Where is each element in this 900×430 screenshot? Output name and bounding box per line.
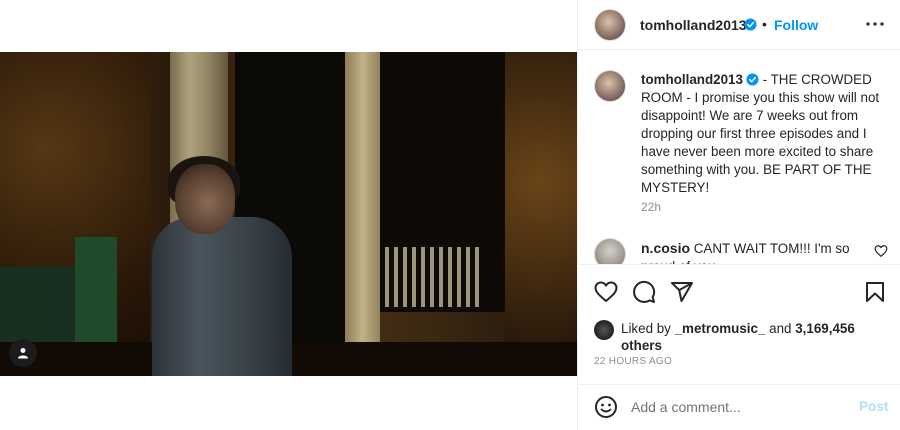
- likes-count[interactable]: 3,169,456: [795, 321, 855, 336]
- verified-badge-icon: [746, 73, 759, 86]
- user-tag-icon[interactable]: [9, 339, 37, 367]
- likes-suffix[interactable]: others: [621, 338, 662, 353]
- media-pane: [0, 0, 577, 430]
- separator-dot: •: [762, 16, 767, 32]
- scene-wall-right: [505, 52, 577, 376]
- author-avatar[interactable]: [594, 9, 626, 41]
- add-comment-bar: Post: [578, 384, 900, 430]
- post-header: tomholland2013 • Follow: [578, 0, 900, 50]
- heart-icon[interactable]: [594, 280, 618, 304]
- commenter-username[interactable]: n.cosio: [641, 240, 690, 256]
- post-timestamp[interactable]: 22 HOURS AGO: [594, 356, 672, 367]
- comment-heart-icon[interactable]: [874, 244, 888, 258]
- more-options-icon[interactable]: [865, 14, 885, 34]
- comments-scroll-area[interactable]: tomholland2013 - THE CROWDED ROOM - I pr…: [578, 50, 900, 265]
- verified-badge-icon: [744, 18, 757, 31]
- caption-username[interactable]: tomholland2013: [641, 72, 743, 87]
- post-sidebar: tomholland2013 • Follow tomholland2013 -…: [577, 0, 900, 430]
- post-caption: tomholland2013 - THE CROWDED ROOM - I pr…: [641, 71, 881, 197]
- scene-railing: [385, 247, 480, 307]
- scene-person-body: [152, 217, 292, 376]
- comment-text-block: n.cosio CANT WAIT TOM!!! I'm so proud of…: [641, 239, 851, 264]
- commenter-avatar[interactable]: [594, 238, 626, 264]
- bookmark-icon[interactable]: [863, 280, 887, 304]
- caption-age: 22h: [641, 200, 662, 214]
- comment-item: n.cosio CANT WAIT TOM!!! I'm so proud of…: [578, 236, 900, 264]
- scene-chair-back: [75, 237, 117, 347]
- share-icon[interactable]: [670, 280, 694, 304]
- action-bar: [578, 266, 900, 316]
- caption-author-avatar[interactable]: [594, 70, 626, 102]
- comment-icon[interactable]: [632, 280, 656, 304]
- comment-input[interactable]: [631, 397, 841, 417]
- post-comment-button[interactable]: Post: [859, 399, 888, 414]
- author-username[interactable]: tomholland2013: [640, 17, 747, 33]
- caption-text: - THE CROWDED ROOM - I promise you this …: [641, 72, 880, 195]
- post-image[interactable]: [0, 52, 577, 376]
- likes-joiner: and: [765, 321, 796, 336]
- emoji-icon[interactable]: [594, 395, 618, 419]
- likes-line: Liked by _metromusic_ and 3,169,456: [621, 320, 855, 338]
- follow-button[interactable]: Follow: [774, 17, 818, 33]
- scene-person-head: [175, 164, 235, 234]
- liker-username[interactable]: _metromusic_: [675, 321, 766, 336]
- likes-prefix: Liked by: [621, 321, 675, 336]
- scene-curtain-right: [345, 52, 380, 376]
- likes-line-2: others: [621, 337, 662, 355]
- liker-avatar[interactable]: [594, 320, 614, 340]
